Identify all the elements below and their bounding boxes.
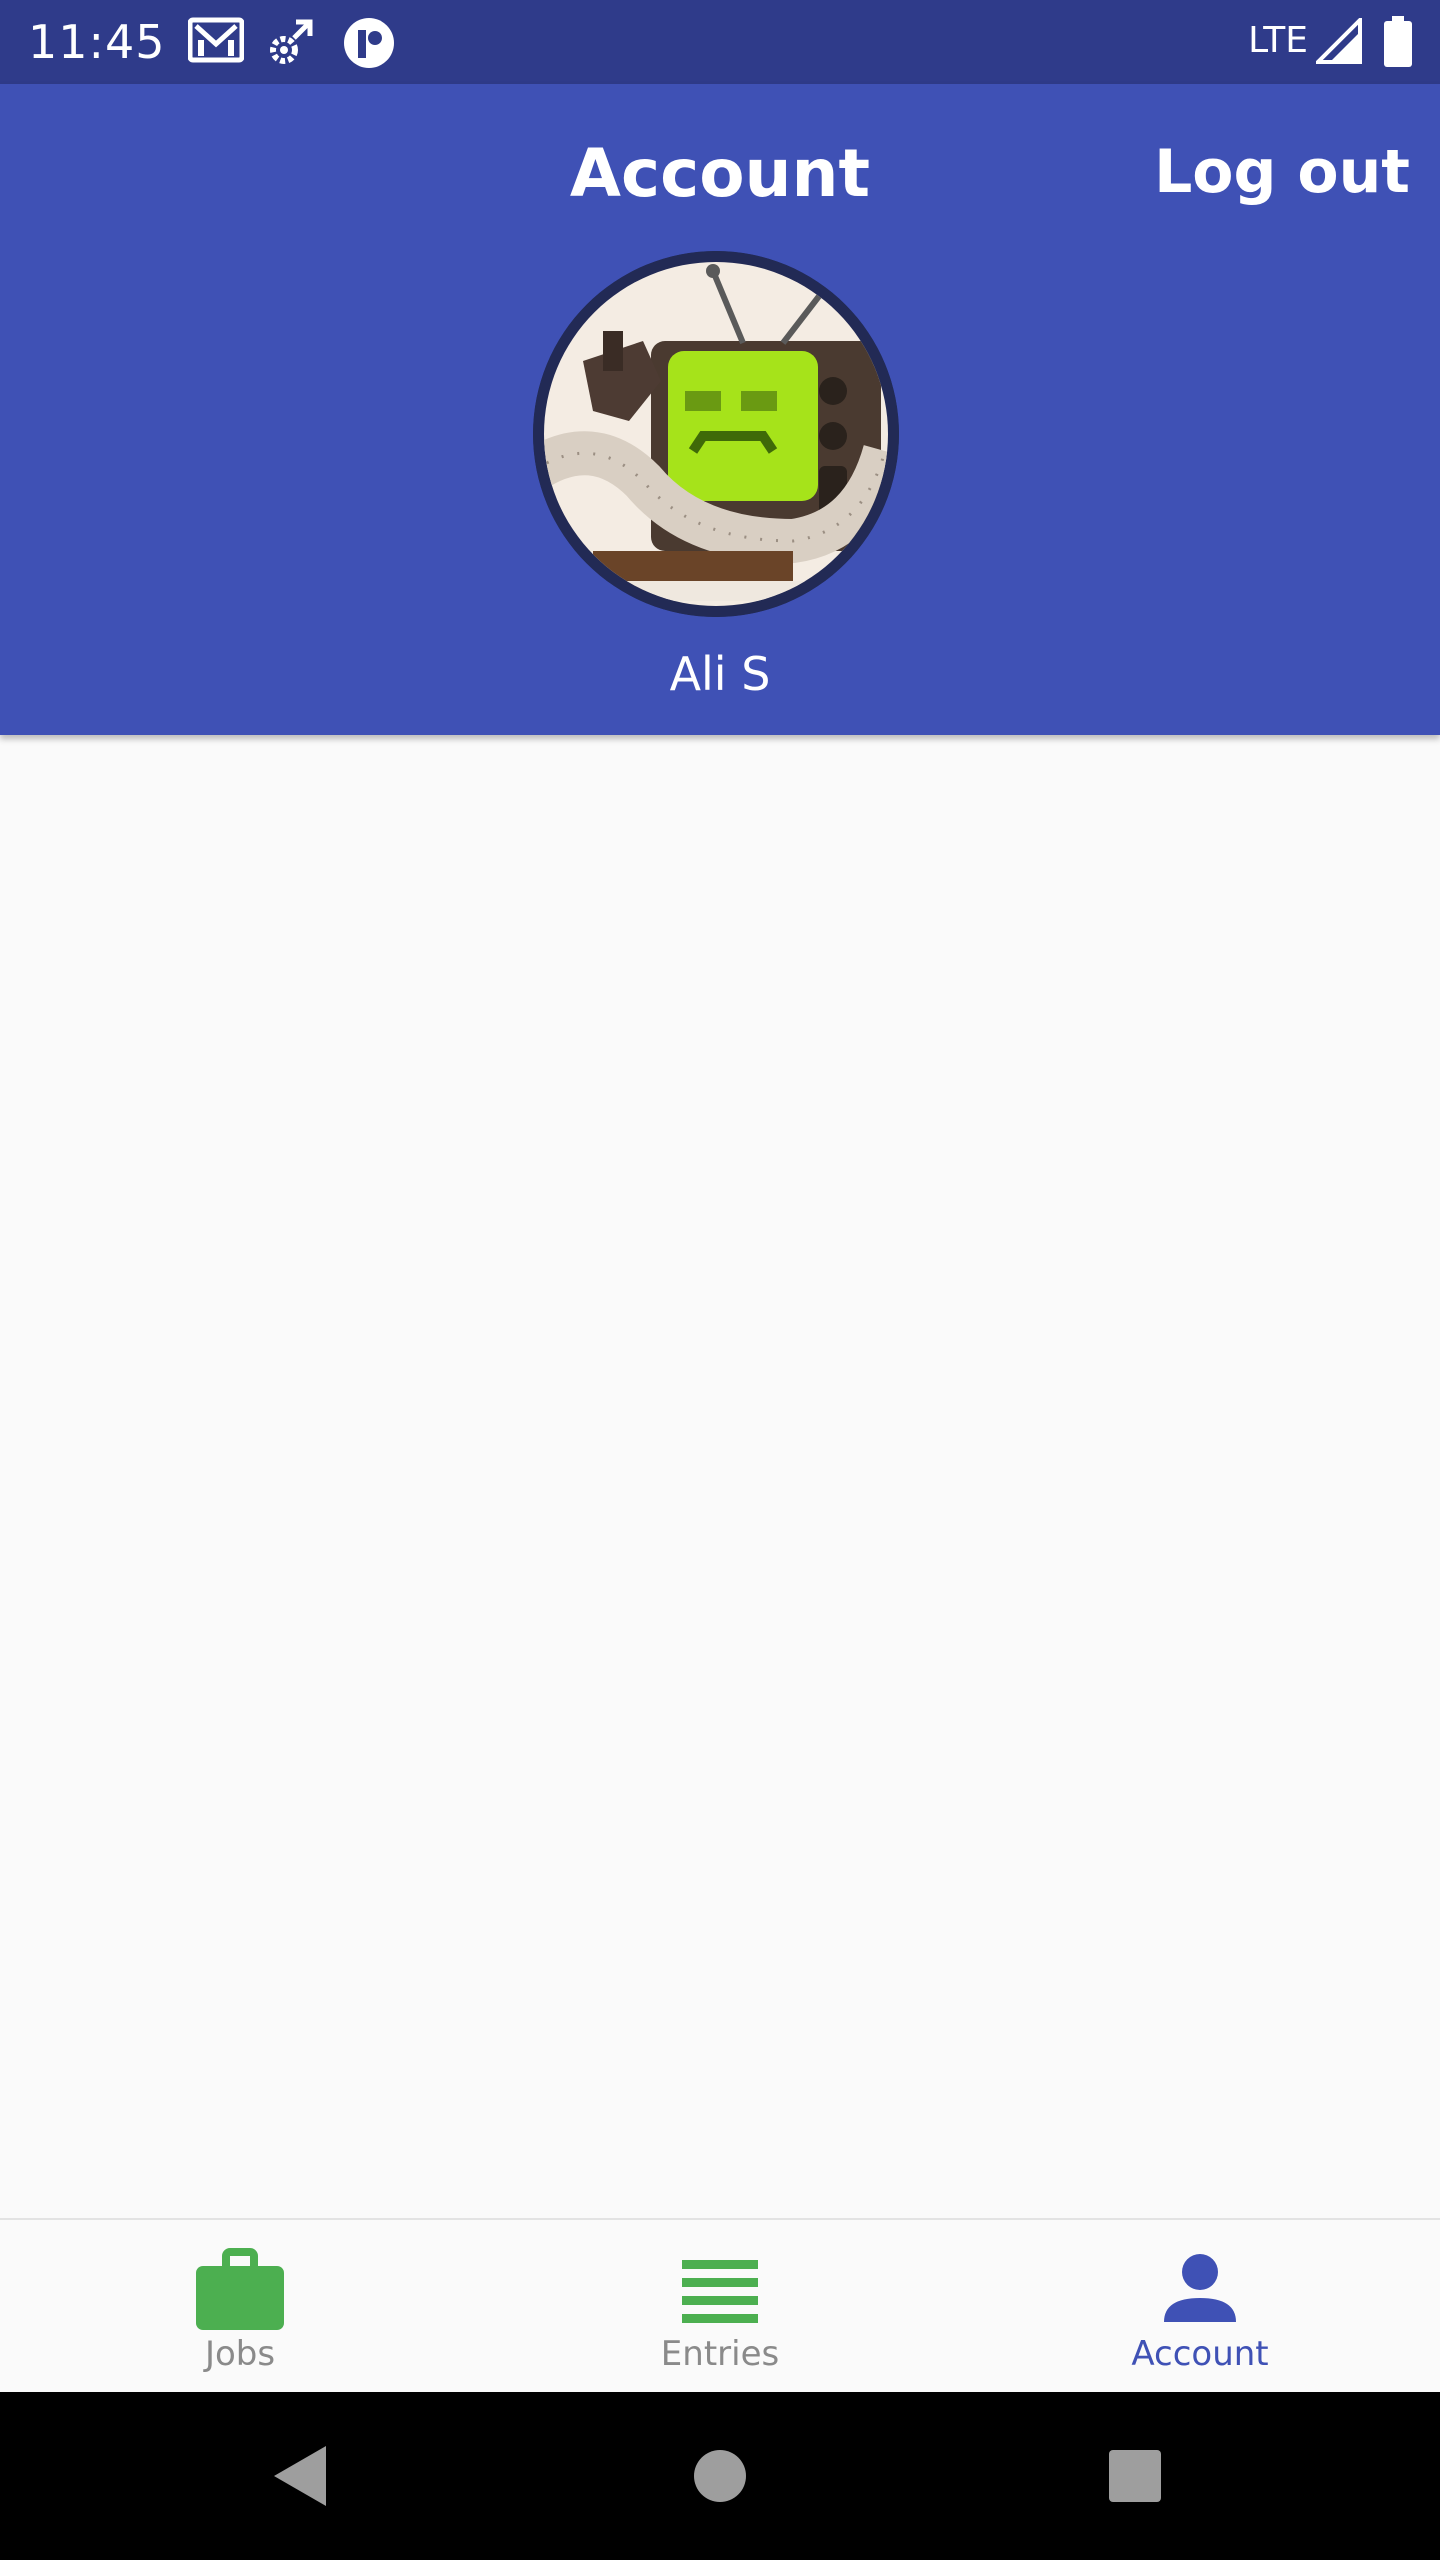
battery-icon (1382, 16, 1414, 72)
status-time: 11:45 (28, 15, 166, 69)
system-navigation-bar (0, 2392, 1440, 2560)
status-bar: 11:45 LTE (0, 0, 1440, 84)
nav-entries[interactable]: Entries (480, 2220, 960, 2394)
account-header: Account Log out Ali S (0, 84, 1440, 735)
back-icon[interactable] (260, 2436, 340, 2516)
nav-entries-label: Entries (660, 2334, 780, 2374)
nav-jobs-label: Jobs (204, 2334, 276, 2374)
nav-account[interactable]: Account (960, 2220, 1440, 2394)
bottom-navigation: Jobs Entries Account (0, 2218, 1440, 2394)
network-type: LTE (1248, 20, 1308, 61)
nav-jobs[interactable]: Jobs (0, 2220, 480, 2394)
logout-button[interactable]: Log out (1154, 132, 1410, 212)
list-icon (670, 2246, 770, 2332)
app-notification-icon (342, 16, 396, 74)
settings-sync-icon (266, 16, 318, 72)
home-icon[interactable] (680, 2436, 760, 2516)
signal-icon (1313, 15, 1362, 68)
recents-icon[interactable] (1095, 2436, 1175, 2516)
user-name: Ali S (669, 647, 771, 701)
avatar[interactable] (533, 251, 899, 617)
nav-account-label: Account (1131, 2334, 1269, 2374)
content-area (0, 735, 1440, 2218)
gmail-icon (187, 16, 245, 70)
person-icon (1150, 2246, 1250, 2332)
briefcase-icon (190, 2246, 290, 2332)
